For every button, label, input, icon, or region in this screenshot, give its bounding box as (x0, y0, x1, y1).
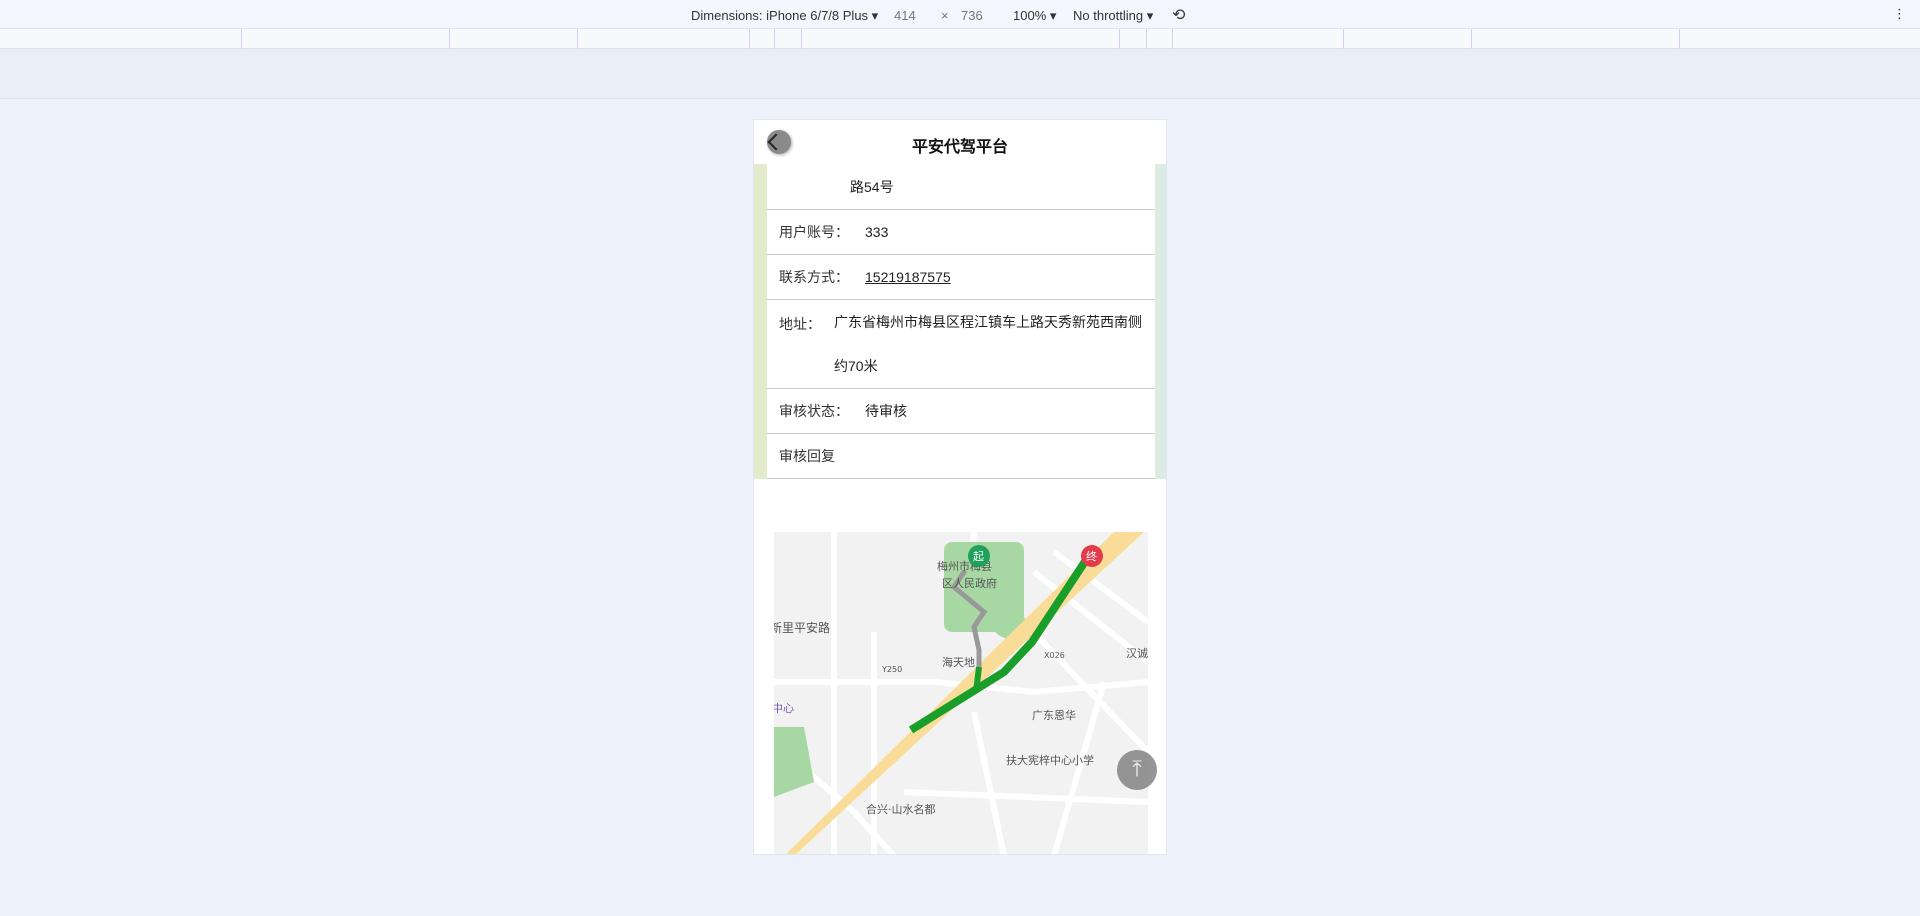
road-badge: X026 (1044, 651, 1065, 660)
app-header: 平安代驾平台 (754, 120, 1166, 164)
phone-viewport: 平安代驾平台 路54号 用户账号： 333 联系方式： 15219187575 地址… (753, 119, 1167, 855)
width-input[interactable]: 414 (894, 8, 916, 23)
account-value: 333 (865, 224, 889, 240)
address-value: 广东省梅州市梅县区程江镇车上路天秀新苑西南侧约70米 (834, 314, 1142, 374)
more-options-icon[interactable]: ⋮ (1893, 6, 1906, 22)
map-label: 汉诚 (1126, 647, 1148, 660)
map-graphic: 梅州市梅县 区人民政府 新里平安路 海天地 广东恩华 扶大宪梓中心小学 合兴·山… (774, 532, 1148, 854)
map-label: 区人民政府 (942, 576, 997, 590)
detail-card: 路54号 用户账号： 333 联系方式： 15219187575 地址： 广东省梅州市… (767, 164, 1155, 479)
contact-label: 联系方式： (779, 269, 849, 285)
page-title: 平安代驾平台 (911, 139, 1008, 156)
contact-phone-link[interactable]: 15219187575 (865, 269, 951, 285)
address-row: 地址： 广东省梅州市梅县区程江镇车上路天秀新苑西南侧约70米 (767, 300, 1155, 389)
end-marker-label: 终 (1086, 549, 1097, 563)
device-top-band (0, 49, 1920, 99)
zoom-select[interactable]: 100% ▾ (1013, 8, 1056, 24)
map-label: 海天地 (942, 655, 975, 669)
map-label: 中心 (774, 702, 794, 715)
address-label: 地址： (779, 316, 821, 332)
status-row: 审核状态： 待审核 (767, 389, 1155, 434)
scroll-to-top-button[interactable]: ⤒ (1117, 750, 1157, 790)
start-marker-label: 起 (973, 550, 984, 563)
rotate-icon[interactable]: ⟲ (1172, 5, 1185, 25)
reply-row: 审核回复 (767, 434, 1155, 479)
account-label: 用户账号： (779, 224, 849, 240)
device-select[interactable]: Dimensions: iPhone 6/7/8 Plus ▾ (691, 8, 878, 24)
address-tail: 路54号 (850, 178, 894, 195)
times-sign: × (941, 8, 949, 23)
status-value: 待审核 (865, 403, 907, 419)
media-query-ruler (0, 29, 1920, 49)
height-input[interactable]: 736 (961, 8, 983, 23)
address-tail-row: 路54号 (767, 164, 1155, 210)
throttling-select[interactable]: No throttling ▾ (1073, 8, 1153, 24)
map-label: 广东恩华 (1032, 708, 1076, 722)
route-map[interactable]: 梅州市梅县 区人民政府 新里平安路 海天地 广东恩华 扶大宪梓中心小学 合兴·山… (774, 532, 1148, 854)
map-label: 合兴·山水名都 (866, 802, 936, 816)
devtools-toolbar: Dimensions: iPhone 6/7/8 Plus ▾ 414 × 73… (0, 0, 1920, 29)
reply-label: 审核回复 (779, 448, 835, 464)
map-label: 新里平安路 (774, 620, 830, 635)
account-row: 用户账号： 333 (767, 210, 1155, 255)
road-badge: Y250 (881, 665, 902, 674)
contact-row: 联系方式： 15219187575 (767, 255, 1155, 300)
status-label: 审核状态： (779, 403, 849, 419)
map-label: 扶大宪梓中心小学 (1006, 753, 1094, 767)
